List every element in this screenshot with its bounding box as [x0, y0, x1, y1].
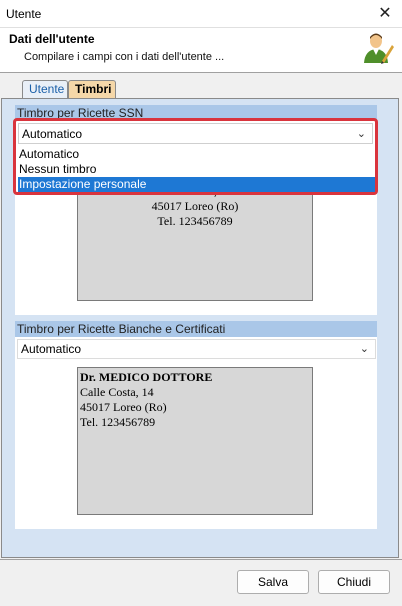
ssn-stamp-options: Automatico Nessun timbro Impostazione pe… — [18, 147, 375, 192]
close-button[interactable]: Chiudi — [318, 570, 390, 594]
tab-utente[interactable]: Utente — [22, 80, 68, 98]
header-title: Dati dell'utente — [9, 32, 95, 46]
window-title: Utente — [6, 7, 42, 21]
white-group-title: Timbro per Ricette Bianche e Certificati — [15, 321, 377, 337]
ssn-stamp-preview: Calle Costa, 14 45017 Loreo (Ro) Tel. 12… — [77, 181, 313, 301]
white-stamp-group: Timbro per Ricette Bianche e Certificati… — [15, 321, 377, 529]
white-stamp-name: Dr. MEDICO DOTTORE — [80, 370, 213, 384]
white-stamp-phone: Tel. 123456789 — [80, 415, 156, 429]
white-stamp-select-value: Automatico — [21, 342, 82, 356]
user-edit-icon — [364, 33, 394, 64]
white-stamp-preview: Dr. MEDICO DOTTORE Calle Costa, 14 45017… — [77, 367, 313, 515]
white-stamp-address: Calle Costa, 14 — [80, 385, 154, 399]
title-bar: Utente ✕ — [0, 0, 402, 28]
option-impostazione-personale[interactable]: Impostazione personale — [18, 177, 375, 192]
ssn-stamp-select-value: Automatico — [22, 127, 83, 141]
header: Dati dell'utente Compilare i campi con i… — [0, 28, 402, 72]
option-nessun-timbro[interactable]: Nessun timbro — [18, 162, 375, 177]
header-separator — [0, 72, 402, 73]
ssn-stamp-city: 45017 Loreo (Ro) — [151, 199, 239, 213]
white-stamp-select[interactable]: Automatico ⌄ — [17, 339, 376, 359]
ssn-stamp-select[interactable]: Automatico ⌄ — [18, 123, 373, 144]
white-stamp-city: 45017 Loreo (Ro) — [80, 400, 167, 414]
ssn-stamp-phone: Tel. 123456789 — [157, 214, 233, 228]
ssn-stamp-dropdown[interactable]: Automatico ⌄ Automatico Nessun timbro Im… — [13, 118, 378, 195]
footer-separator — [0, 559, 402, 560]
close-icon[interactable]: ✕ — [372, 2, 398, 26]
option-automatico[interactable]: Automatico — [18, 147, 375, 162]
chevron-down-icon[interactable]: ⌄ — [357, 124, 366, 144]
tab-timbri[interactable]: Timbri — [68, 80, 116, 98]
chevron-down-icon[interactable]: ⌄ — [360, 340, 369, 359]
header-subtitle: Compilare i campi con i dati dell'utente… — [24, 51, 225, 63]
save-button[interactable]: Salva — [237, 570, 309, 594]
